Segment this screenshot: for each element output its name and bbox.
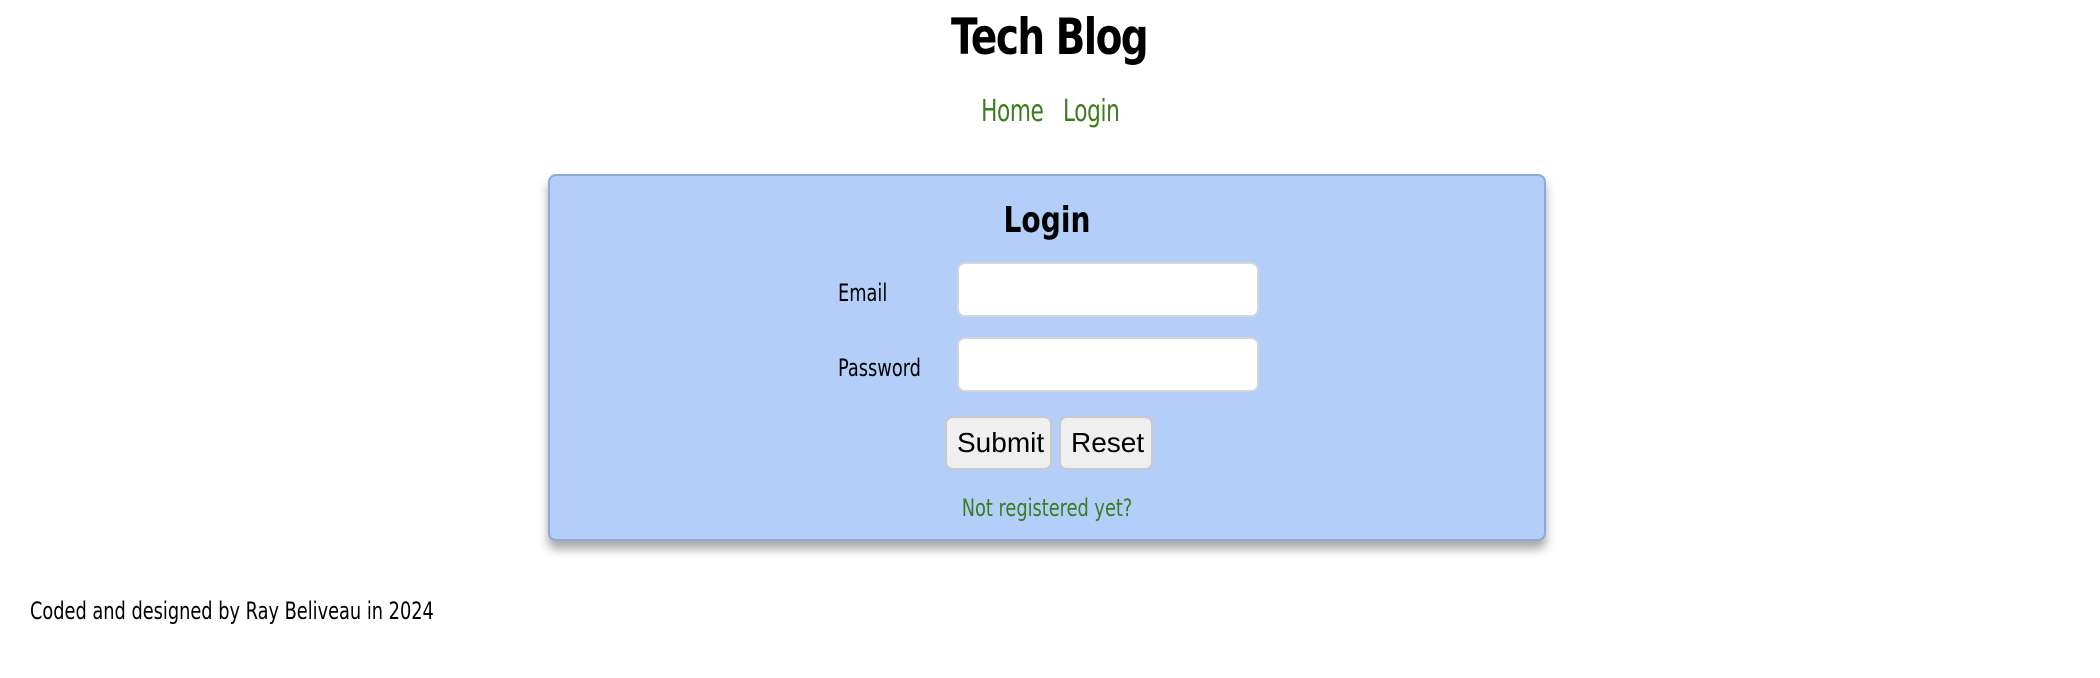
password-label: Password: [838, 354, 921, 382]
email-label: Email: [838, 279, 888, 307]
login-card: Login Email Password Submit Reset Not re…: [548, 174, 1546, 541]
footer-credit: Coded and designed by Ray Beliveau in 20…: [30, 597, 434, 625]
reset-button[interactable]: Reset: [1059, 416, 1153, 470]
email-field[interactable]: [957, 262, 1259, 317]
main-nav: Home Login: [0, 92, 2100, 136]
password-field[interactable]: [957, 337, 1259, 392]
register-link[interactable]: Not registered yet?: [679, 492, 1415, 524]
page: Tech Blog Home Login Login Email Passwor…: [0, 0, 2100, 678]
login-heading: Login: [1003, 200, 1091, 241]
site-title: Tech Blog: [951, 8, 1149, 66]
nav-home-link[interactable]: Home: [981, 92, 1044, 132]
nav-login-link[interactable]: Login: [1063, 92, 1120, 132]
submit-button[interactable]: Submit: [945, 416, 1052, 470]
